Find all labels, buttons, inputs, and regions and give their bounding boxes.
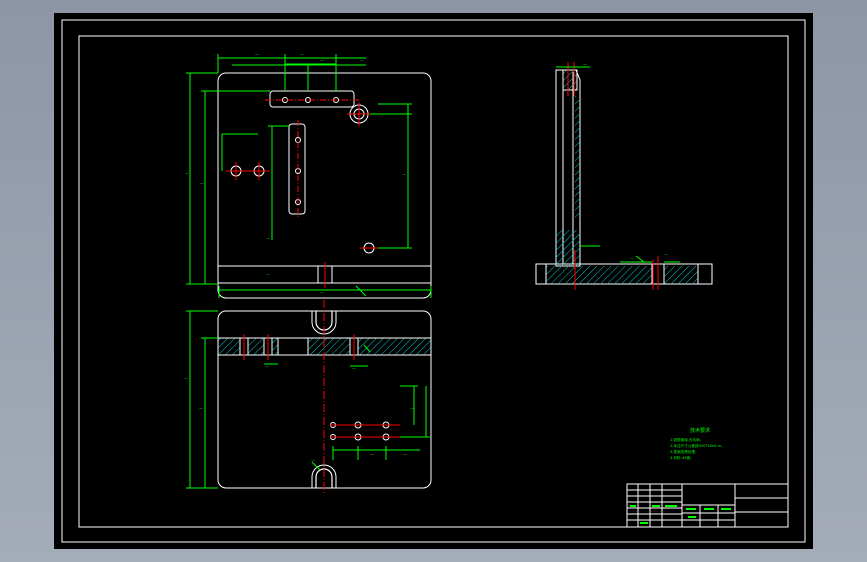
hatched-side — [575, 96, 580, 220]
svg-text:—: — — [311, 458, 315, 463]
svg-text:—: — — [402, 172, 406, 177]
svg-text:—: — — [410, 406, 414, 411]
svg-text:—: — — [370, 452, 374, 457]
cad-viewport: — — — — — — — — — — — — — — — — — — — — … — [54, 13, 813, 549]
svg-text:—: — — [266, 272, 270, 277]
tech-req-title: 技术要求 — [690, 427, 710, 434]
svg-text:—: — — [199, 406, 203, 411]
base-right-notch — [697, 263, 713, 285]
tech-req-line: 1.锐角倒钝,去毛刺。 — [670, 437, 703, 442]
svg-text:—: — — [360, 58, 364, 63]
svg-text:—: — — [265, 364, 269, 369]
svg-text:—: — — [184, 376, 188, 381]
base-hatch — [546, 266, 698, 284]
base-left-notch — [535, 263, 547, 285]
svg-text:—: — — [185, 171, 189, 176]
svg-text:—: — — [300, 52, 304, 57]
tech-req-line: 3.表面发黑处理。 — [670, 449, 699, 454]
base-hatch-fillet — [556, 230, 580, 266]
hatched-top — [562, 69, 578, 91]
svg-text:—: — — [255, 52, 259, 57]
tech-req-line: 2.未注尺寸公差按GB/T1804-m。 — [670, 443, 725, 448]
svg-text:—: — — [352, 366, 356, 371]
svg-text:—: — — [664, 252, 668, 257]
svg-text:—: — — [266, 236, 270, 241]
svg-text:—: — — [320, 58, 324, 63]
tech-req-line: 4.材料:45钢。 — [670, 455, 694, 460]
section-gap — [277, 337, 309, 356]
svg-text:—: — — [200, 181, 204, 186]
svg-text:—: — — [583, 62, 587, 67]
svg-text:—: — — [630, 256, 634, 261]
svg-text:—: — — [320, 290, 324, 295]
svg-text:—: — — [403, 452, 407, 457]
